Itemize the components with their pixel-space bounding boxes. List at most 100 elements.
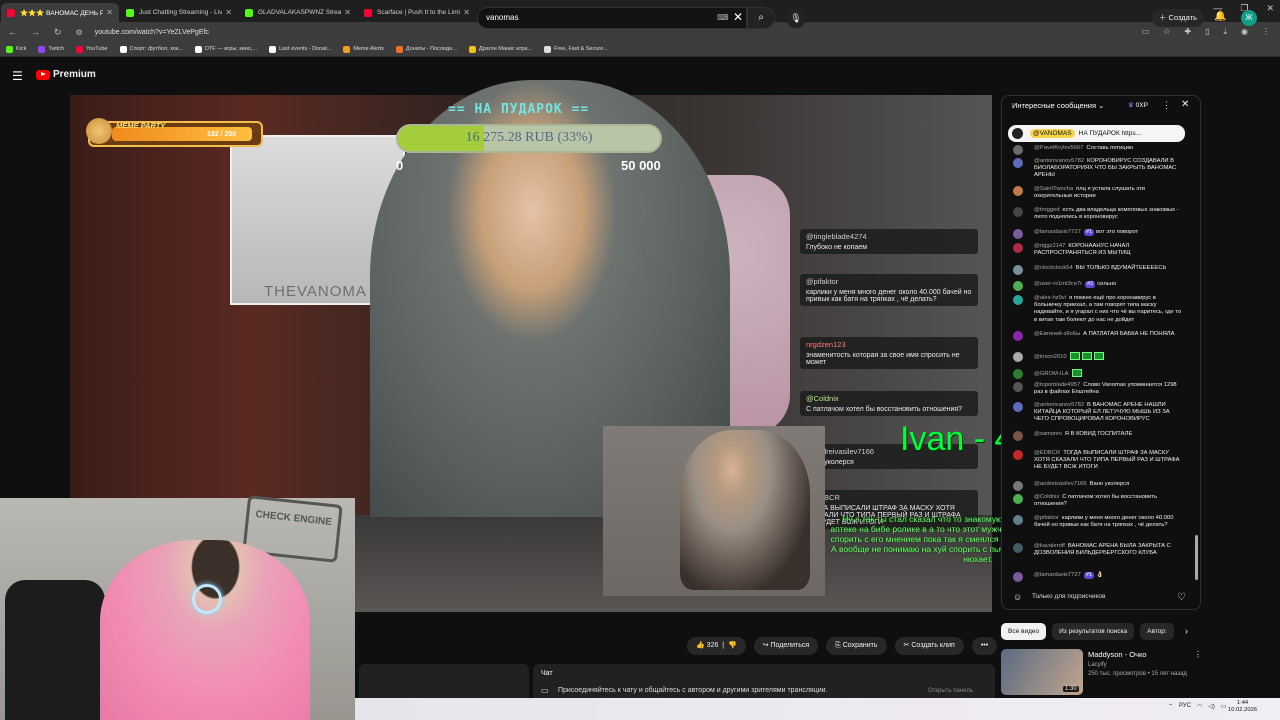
tab-close-icon[interactable]: ✕	[344, 8, 351, 17]
chat-avatar[interactable]	[1013, 494, 1023, 504]
chat-username[interactable]: @toporblade4957	[1034, 382, 1080, 388]
filter-chip[interactable]: Все видео	[1001, 623, 1047, 640]
chat-username[interactable]: @lamardavis7727	[1034, 229, 1081, 235]
chat-message[interactable]: @toporblade4957 Слово Vanomas упоминается…	[1013, 382, 1183, 396]
bookmark-item[interactable]: Спорт: футбол, хок...	[119, 45, 183, 53]
site-info-icon[interactable]: ⚙	[76, 28, 83, 37]
download-icon[interactable]: ⤓	[1223, 27, 1227, 37]
chat-avatar[interactable]	[1013, 481, 1023, 491]
chat-message[interactable]: @riggz2147 КОРОНААНУС НАЧАЛ РАСПРОСТРАНЯТ…	[1013, 243, 1183, 257]
chevron-up-icon[interactable]: ⌃	[1168, 703, 1173, 710]
share-button[interactable]: ↪ Поделиться	[753, 637, 819, 655]
chat-avatar[interactable]	[1013, 369, 1023, 379]
browser-tab[interactable]: Just Chatting Streaming - Live... ✕	[120, 3, 238, 22]
create-button[interactable]: ＋ Создать	[1152, 9, 1204, 27]
chat-username[interactable]: @EDBCR	[1034, 450, 1060, 456]
chat-message[interactable]: @lamardavis7727 #1 👌🏻	[1013, 572, 1183, 582]
chat-username[interactable]: @antonivanov5782	[1034, 158, 1084, 164]
chat-message[interactable]: @EDBCR ТОГДА ВЫПИСАЛИ ШТРАФ ЗА МАСКУ ХОТЯ…	[1013, 450, 1183, 472]
chat-message[interactable]: @trogged есть два владельца компловых зна…	[1013, 207, 1183, 221]
heart-icon[interactable]: ♡	[1177, 592, 1186, 603]
chat-message[interactable]: @pifaktor карлики у меня много денег окол…	[1013, 515, 1183, 529]
chat-username[interactable]: @Евгений-з9о6ы	[1034, 331, 1080, 337]
youtube-logo[interactable]: Premium	[36, 69, 96, 80]
forward-icon[interactable]: →	[31, 27, 40, 37]
chat-avatar[interactable]	[1013, 295, 1023, 305]
chat-username[interactable]: @alex-hz9vl	[1034, 295, 1066, 301]
language-indicator[interactable]: РУС	[1179, 703, 1191, 710]
bookmark-item[interactable]: DTF — игры, кино,...	[194, 45, 257, 53]
tab-close-icon[interactable]: ✕	[225, 8, 232, 17]
chat-username[interactable]: @Coldnix	[1034, 494, 1059, 500]
browser-tab[interactable]: ⭐⭐⭐ ВАНОМАС ДЕНЬ РО...✕	[1, 3, 119, 22]
tab-close-icon[interactable]: ✕	[106, 8, 113, 17]
hamburger-menu-icon[interactable]: ☰	[12, 69, 23, 83]
chat-username[interactable]: @PavelKrylov5667	[1034, 145, 1083, 151]
bookmark-item[interactable]: Kick	[6, 45, 26, 53]
bookmark-star-icon[interactable]: ☆	[1163, 27, 1170, 37]
chat-username[interactable]: @GROM-ILA	[1034, 371, 1069, 377]
wifi-icon[interactable]: ◠	[1197, 703, 1202, 710]
chat-username[interactable]: @riggz2147	[1034, 243, 1065, 249]
volume-icon[interactable]: ◁)	[1208, 703, 1215, 710]
reload-icon[interactable]: ↻	[54, 27, 62, 38]
open-chat-button[interactable]: Открыть панель	[928, 688, 973, 694]
chat-username[interactable]: @SaintTwocha	[1034, 186, 1073, 192]
recommended-title[interactable]: Maddyson - Очко	[1088, 650, 1147, 659]
chat-username[interactable]: @antonivanov5782	[1034, 402, 1084, 408]
chat-username[interactable]: @samonni	[1034, 431, 1062, 437]
voice-search-button[interactable]: 🎙	[786, 8, 806, 28]
filter-chip[interactable]: Автор:	[1140, 623, 1174, 640]
bookmark-item[interactable]: Twitch	[38, 45, 64, 53]
like-button[interactable]: 👍 326 | 👎	[687, 637, 746, 655]
chat-message[interactable]: @antonivanov5782 КОРОНОВИРУС СОЗДАВАЛИ В …	[1013, 158, 1183, 180]
chat-message[interactable]: @SaintTwocha плц я устала слушать эти охе…	[1013, 186, 1183, 200]
chat-username[interactable]: @andreivasilev7166	[1034, 481, 1087, 487]
cast-icon[interactable]: ▭	[1142, 27, 1150, 37]
bookmark-item[interactable]: YouTube	[75, 45, 108, 53]
chat-message[interactable]: @PavelKrylov5667 Составь петицию	[1013, 145, 1183, 155]
extensions-icon[interactable]: ✚	[1184, 27, 1191, 37]
save-button[interactable]: ⎘ Сохранить	[826, 637, 887, 655]
sidepanel-icon[interactable]: ▯	[1205, 27, 1209, 37]
chat-avatar[interactable]	[1013, 331, 1023, 341]
chat-avatar[interactable]	[1013, 450, 1023, 460]
chat-avatar[interactable]	[1013, 158, 1023, 168]
back-icon[interactable]: ←	[8, 27, 17, 37]
chat-mode-dropdown[interactable]: Интересные сообщения ⌄	[1012, 101, 1104, 110]
filter-chip[interactable]: Из результатов поиска	[1052, 623, 1135, 640]
search-button[interactable]: ⌕	[747, 7, 775, 29]
chat-message[interactable]: @user-rs1mt3ce7r #2 сильно	[1013, 281, 1183, 291]
chat-username[interactable]: @lamardavis7727	[1034, 572, 1081, 578]
browser-tab[interactable]: Scarface | Push It to the Limit ✕	[358, 3, 476, 22]
menu-icon[interactable]: ⋮	[1262, 27, 1270, 37]
chat-username[interactable]: @irixon2610	[1034, 354, 1067, 360]
chat-avatar[interactable]	[1013, 402, 1023, 412]
chat-message[interactable]: @Евгений-з9о6ы А ПАТЛАТАЯ БАБКА НЕ ПОНЯЛА	[1013, 331, 1183, 341]
chat-avatar[interactable]	[1013, 431, 1023, 441]
chat-avatar[interactable]	[1013, 572, 1023, 582]
chat-avatar[interactable]	[1013, 543, 1023, 553]
bookmark-item[interactable]: Free, Fast & Secure...	[544, 45, 608, 53]
chat-message[interactable]: @Coldnix С патлачом хотел бы восстановить…	[1013, 494, 1183, 508]
chat-message[interactable]: @irixon2610	[1013, 352, 1183, 362]
chat-more-icon[interactable]: ⋮	[1162, 100, 1171, 111]
chat-avatar[interactable]	[1013, 515, 1023, 525]
bookmark-item[interactable]: Драгон Манис игра...	[468, 45, 532, 53]
notifications-bell-icon[interactable]: 🔔	[1214, 11, 1226, 22]
more-actions-button[interactable]: •••	[971, 637, 998, 655]
chat-avatar[interactable]	[1013, 382, 1023, 392]
pinned-message[interactable]: @VANOMAS НА ПУДАРОК https...	[1008, 125, 1185, 142]
chat-avatar[interactable]	[1013, 281, 1023, 291]
chat-username[interactable]: @user-rs1mt3ce7r	[1034, 281, 1082, 287]
taskbar-clock[interactable]: 1:44 10.02.2026	[1228, 700, 1257, 714]
chat-avatar[interactable]	[1013, 243, 1023, 253]
chat-message[interactable]: @antonivanov5782 В ВАНОМАС АРЕНЕ НАШЛИ КИ…	[1013, 402, 1183, 424]
chat-message[interactable]: @lamardavis7727 #1 вот это поворот	[1013, 229, 1183, 239]
battery-icon[interactable]: ▭	[1221, 703, 1227, 710]
url-field[interactable]: youtube.com/watch?v=YeZLVePgEfc	[95, 29, 209, 36]
chat-message[interactable]: @GROM-ILA	[1013, 369, 1183, 379]
chat-message[interactable]: @kavaleroff ВАНОМАС АРЕНА БЫЛА ЗАКРЫТА С …	[1013, 543, 1183, 557]
account-avatar[interactable]: Ж	[1241, 10, 1257, 26]
chat-username[interactable]: @trogged	[1034, 207, 1060, 213]
